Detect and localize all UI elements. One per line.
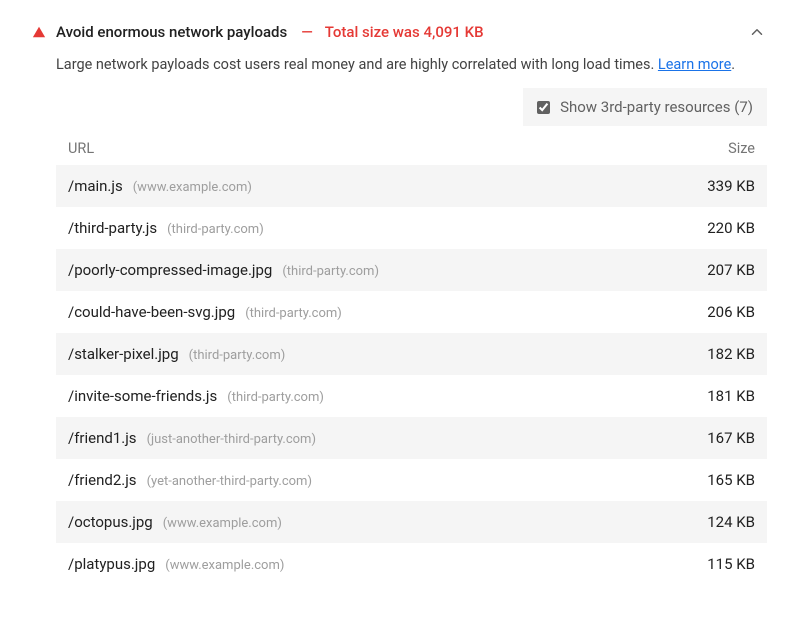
- row-url-cell: /invite-some-friends.js (third-party.com): [68, 387, 324, 405]
- url-host: (www.example.com): [165, 558, 284, 573]
- row-url-cell: /friend1.js (just-another-third-party.com…: [68, 429, 316, 447]
- url-path: /poorly-compressed-image.jpg: [68, 261, 272, 279]
- url-host: (third-party.com): [189, 348, 286, 363]
- audit-title-dash: —: [301, 23, 313, 41]
- table-row: /main.js (www.example.com) 339 KB: [56, 165, 767, 207]
- chevron-up-icon[interactable]: [747, 22, 767, 42]
- url-path: /octopus.jpg: [68, 513, 153, 531]
- url-host: (third-party.com): [167, 222, 264, 237]
- size-cell: 165 KB: [707, 471, 755, 489]
- url-path: /stalker-pixel.jpg: [68, 345, 179, 363]
- table-row: /third-party.js (third-party.com) 220 KB: [56, 207, 767, 249]
- table-row: /stalker-pixel.jpg (third-party.com) 182 K…: [56, 333, 767, 375]
- table-row: /could-have-been-svg.jpg (third-party.com…: [56, 291, 767, 333]
- size-cell: 339 KB: [707, 177, 755, 195]
- url-path: /friend2.js: [68, 471, 137, 489]
- table-row: /octopus.jpg (www.example.com) 124 KB: [56, 501, 767, 543]
- learn-more-link[interactable]: Learn more: [658, 56, 731, 73]
- audit-title: Avoid enormous network payloads: [56, 23, 287, 41]
- audit-container: Avoid enormous network payloads — Total …: [0, 0, 799, 585]
- third-party-toggle-row: Show 3rd-party resources (7): [56, 88, 767, 126]
- row-url-cell: /octopus.jpg (www.example.com): [68, 513, 282, 531]
- row-url-cell: /poorly-compressed-image.jpg (third-party…: [68, 261, 379, 279]
- resources-table: URL Size /main.js (www.example.com) 339 KB…: [56, 132, 767, 585]
- audit-summary: Total size was 4,091 KB: [325, 23, 484, 41]
- table-row: /friend2.js (yet-another-third-party.com)…: [56, 459, 767, 501]
- table-row: /invite-some-friends.js (third-party.com)…: [56, 375, 767, 417]
- size-cell: 167 KB: [707, 429, 755, 447]
- row-url-cell: /could-have-been-svg.jpg (third-party.com…: [68, 303, 342, 321]
- table-row: /friend1.js (just-another-third-party.com…: [56, 417, 767, 459]
- size-cell: 182 KB: [707, 345, 755, 363]
- size-cell: 206 KB: [707, 303, 755, 321]
- url-host: (third-party.com): [227, 390, 324, 405]
- third-party-label: Show 3rd-party resources (7): [560, 98, 753, 116]
- size-cell: 181 KB: [707, 387, 755, 405]
- row-url-cell: /third-party.js (third-party.com): [68, 219, 264, 237]
- size-cell: 124 KB: [707, 513, 755, 531]
- table-header: URL Size: [56, 132, 767, 165]
- desc-pre: Large network payloads cost users real m…: [56, 56, 658, 73]
- col-size: Size: [728, 140, 755, 157]
- row-url-cell: /friend2.js (yet-another-third-party.com): [68, 471, 312, 489]
- url-path: /third-party.js: [68, 219, 157, 237]
- url-host: (third-party.com): [282, 264, 379, 279]
- warning-triangle-icon: [32, 25, 46, 39]
- table-row: /poorly-compressed-image.jpg (third-party…: [56, 249, 767, 291]
- url-path: /platypus.jpg: [68, 555, 155, 573]
- url-path: /invite-some-friends.js: [68, 387, 217, 405]
- url-host: (just-another-third-party.com): [147, 432, 316, 447]
- third-party-checkbox[interactable]: [537, 101, 550, 114]
- url-host: (third-party.com): [245, 306, 342, 321]
- size-cell: 220 KB: [707, 219, 755, 237]
- table-row: /platypus.jpg (www.example.com) 115 KB: [56, 543, 767, 585]
- size-cell: 115 KB: [707, 555, 755, 573]
- row-url-cell: /stalker-pixel.jpg (third-party.com): [68, 345, 285, 363]
- row-url-cell: /main.js (www.example.com): [68, 177, 252, 195]
- col-url: URL: [68, 140, 94, 157]
- third-party-toggle[interactable]: Show 3rd-party resources (7): [523, 88, 767, 126]
- url-path: /friend1.js: [68, 429, 137, 447]
- audit-header[interactable]: Avoid enormous network payloads — Total …: [32, 22, 767, 42]
- url-path: /could-have-been-svg.jpg: [68, 303, 235, 321]
- desc-post: .: [731, 56, 735, 73]
- url-path: /main.js: [68, 177, 123, 195]
- table-body: /main.js (www.example.com) 339 KB/third-pa…: [56, 165, 767, 585]
- size-cell: 207 KB: [707, 261, 755, 279]
- url-host: (www.example.com): [133, 180, 252, 195]
- row-url-cell: /platypus.jpg (www.example.com): [68, 555, 284, 573]
- url-host: (yet-another-third-party.com): [147, 474, 312, 489]
- audit-description: Large network payloads cost users real m…: [56, 54, 767, 76]
- url-host: (www.example.com): [163, 516, 282, 531]
